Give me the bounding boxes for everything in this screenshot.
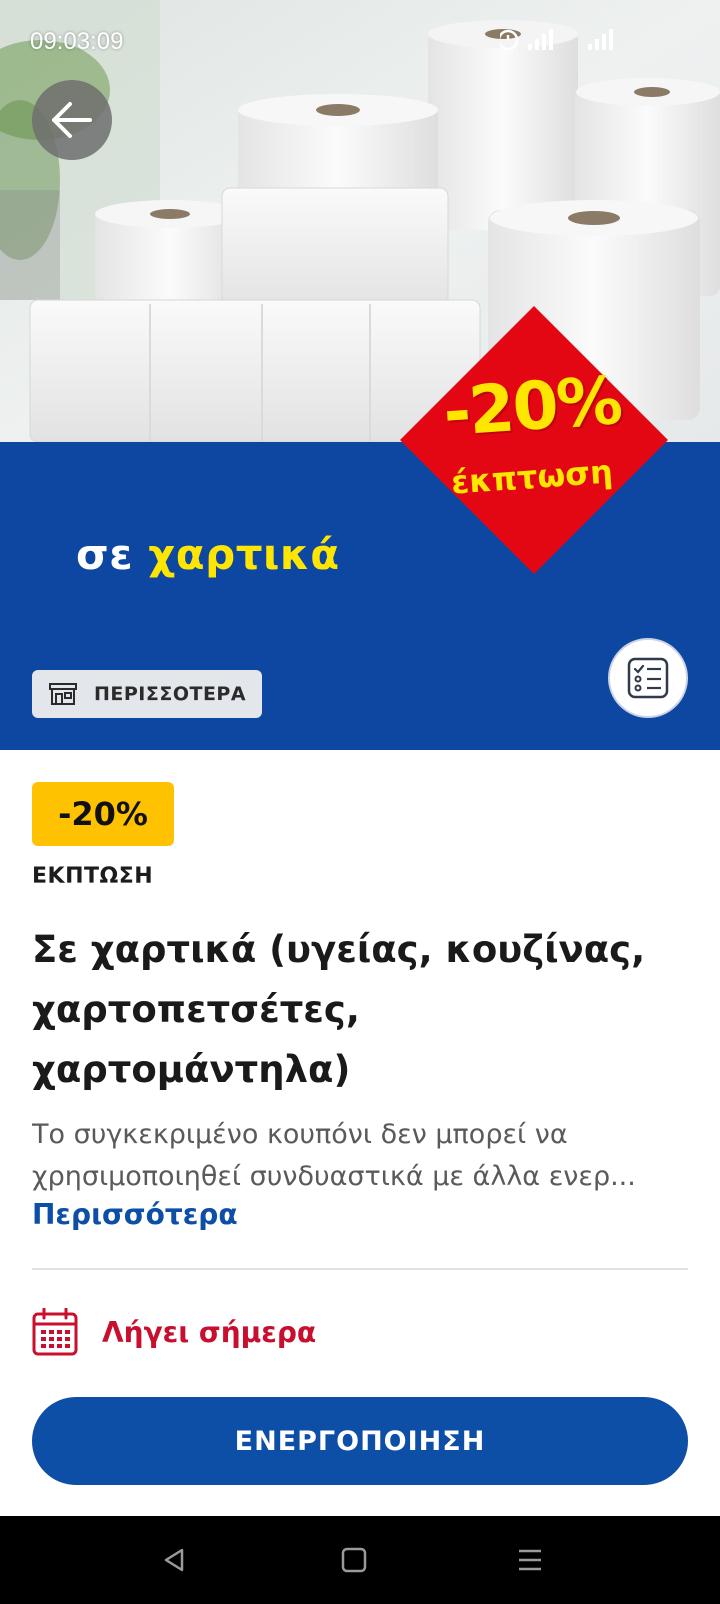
system-nav-bar bbox=[0, 1516, 720, 1604]
nav-back-button[interactable] bbox=[152, 1538, 196, 1582]
description-line-1: Το συγκεκριμένο κουπόνι δεν μπορεί να bbox=[32, 1119, 568, 1150]
signal-icon bbox=[528, 29, 553, 50]
expiry-row: Λήγει σήμερα bbox=[32, 1308, 316, 1356]
shopping-list-button[interactable] bbox=[608, 638, 688, 718]
store-icon bbox=[49, 683, 77, 705]
caption-prefix: σε bbox=[76, 530, 134, 579]
nav-home-button[interactable] bbox=[332, 1538, 376, 1582]
status-icons bbox=[500, 29, 613, 51]
more-link[interactable]: Περισσότερα bbox=[32, 1198, 238, 1231]
more-chip-label: ΠΕΡΙΣΣΟΤΕΡΑ bbox=[94, 683, 247, 705]
expiry-text: Λήγει σήμερα bbox=[102, 1315, 317, 1349]
activate-button[interactable]: ΕΝΕΡΓΟΠΟΙΗΣΗ bbox=[32, 1397, 688, 1485]
divider bbox=[32, 1268, 688, 1270]
more-chip[interactable]: ΠΕΡΙΣΣΟΤΕΡΑ bbox=[32, 670, 262, 718]
menu-lines-icon bbox=[519, 1549, 541, 1571]
status-time: 09:03:09 bbox=[30, 28, 124, 55]
description-line-2: χρησιμοποιηθεί συνδυαστικά με άλλα ενερ.… bbox=[32, 1161, 636, 1192]
offer-type: ΕΚΠΤΩΣΗ bbox=[32, 864, 154, 889]
signal-icon-2 bbox=[588, 29, 613, 50]
alarm-icon bbox=[500, 29, 519, 51]
arrow-left-icon bbox=[52, 102, 92, 138]
back-button[interactable] bbox=[32, 80, 112, 160]
discount-pill: -20% bbox=[32, 782, 174, 846]
checklist-icon bbox=[627, 657, 669, 699]
triangle-back-icon bbox=[164, 1548, 184, 1572]
square-home-icon bbox=[341, 1547, 367, 1573]
calendar-icon bbox=[32, 1308, 78, 1356]
promo-caption: σε χαρτικά bbox=[76, 530, 340, 579]
caption-highlight: χαρτικά bbox=[148, 530, 340, 579]
offer-description: Το συγκεκριμένο κουπόνι δεν μπορεί να χρ… bbox=[32, 1114, 688, 1198]
promo-hero: σε χαρτικά -20% έκπτωση 09:03:09 ΠΕΡΙΣΣΟ… bbox=[0, 0, 720, 750]
nav-menu-button[interactable] bbox=[508, 1538, 552, 1582]
offer-title: Σε χαρτικά (υγείας, κουζίνας, χαρτοπετσέ… bbox=[32, 928, 646, 1091]
